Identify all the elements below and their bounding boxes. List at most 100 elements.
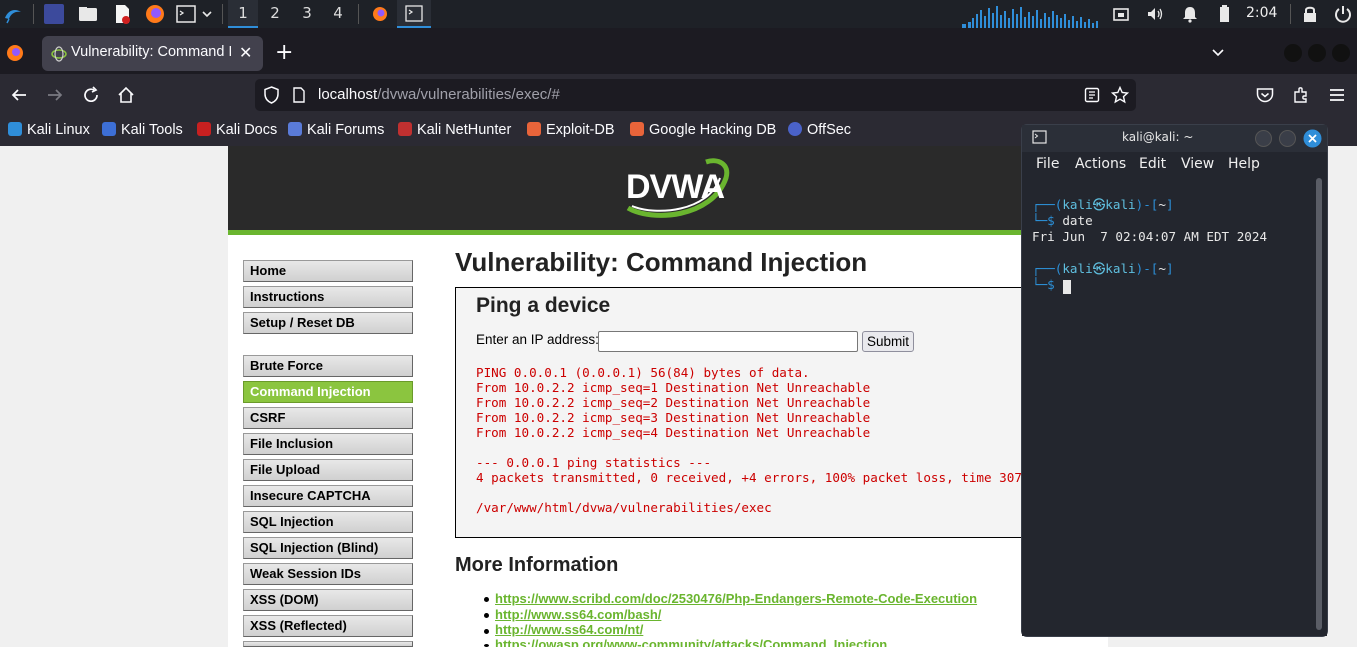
tab-title: Vulnerability: Command Injection :: Damn… [71, 44, 231, 60]
list-bullet [484, 597, 489, 602]
extensions-icon[interactable] [1292, 86, 1310, 104]
lock-icon[interactable] [1300, 4, 1320, 24]
menu-item-file-inclusion[interactable]: File Inclusion [243, 433, 413, 455]
terminal-menu-actions[interactable]: Actions [1075, 156, 1126, 172]
info-link-ss64-bash[interactable]: http://www.ss64.com/bash/ [495, 607, 661, 622]
bookmark-kali-docs[interactable]: Kali Docs [197, 122, 277, 138]
terminal-app-icon [1032, 130, 1047, 144]
terminal-menu-help[interactable]: Help [1228, 156, 1260, 172]
clock[interactable]: 2:04 [1246, 0, 1277, 27]
terminal-menu-edit[interactable]: Edit [1139, 156, 1166, 172]
list-bullet [484, 613, 489, 618]
info-link-scribd[interactable]: https://www.scribd.com/doc/2530476/Php-E… [495, 591, 977, 606]
back-icon[interactable] [10, 86, 28, 104]
terminal-input-line[interactable]: └─$ [1032, 277, 1062, 293]
menu-item-command-injection[interactable]: Command Injection [243, 381, 413, 403]
url-host: localhost [318, 86, 378, 103]
notifications-icon[interactable] [1180, 4, 1200, 24]
terminal-minimize-button[interactable] [1255, 130, 1272, 147]
bookmark-offsec[interactable]: OffSec [788, 122, 851, 138]
menu-item-brute-force[interactable]: Brute Force [243, 355, 413, 377]
workspace-2[interactable]: 2 [260, 0, 290, 28]
firefox-window-icon[interactable] [370, 4, 390, 24]
network-icon[interactable] [1111, 4, 1131, 24]
terminal-prompt-line: ┌──(kali㉿kali)-[~] [1032, 197, 1174, 212]
menu-item-file-upload[interactable]: File Upload [243, 459, 413, 481]
window-close-button[interactable] [1332, 44, 1350, 62]
panel-separator [222, 4, 223, 24]
list-all-tabs-icon[interactable] [1210, 44, 1226, 60]
window-minimize-button[interactable] [1284, 44, 1302, 62]
terminal-launcher-icon[interactable] [176, 4, 196, 24]
bookmark-google-hacking-db[interactable]: Google Hacking DB [630, 122, 776, 138]
bookmark-kali-linux[interactable]: Kali Linux [8, 122, 90, 138]
text-editor-icon[interactable] [112, 4, 132, 24]
ip-address-label: Enter an IP address: [476, 332, 599, 347]
kali-nethunter-icon [398, 122, 412, 136]
terminal-body[interactable] [1022, 178, 1327, 636]
cpu-graph-icon [962, 6, 1098, 28]
menu-item-partial[interactable] [243, 641, 413, 647]
window-maximize-button[interactable] [1308, 44, 1326, 62]
terminal-window-button[interactable] [397, 0, 431, 28]
menu-item-home[interactable]: Home [243, 260, 413, 282]
bookmark-exploit-db[interactable]: Exploit-DB [527, 122, 615, 138]
bookmark-kali-nethunter[interactable]: Kali NetHunter [398, 122, 511, 138]
menu-item-insecure-captcha[interactable]: Insecure CAPTCHA [243, 485, 413, 507]
submit-button[interactable]: Submit [862, 331, 914, 352]
ip-address-input[interactable] [598, 331, 858, 352]
hamburger-menu-icon[interactable] [1328, 87, 1346, 103]
firefox-icon[interactable] [145, 4, 165, 24]
bookmark-star-icon[interactable] [1111, 86, 1129, 104]
bookmark-kali-tools[interactable]: Kali Tools [102, 122, 183, 138]
ping-output: PING 0.0.0.1 (0.0.0.1) 56(84) bytes of d… [476, 365, 1045, 515]
menu-item-instructions[interactable]: Instructions [243, 286, 413, 308]
volume-icon[interactable] [1145, 4, 1165, 24]
menu-item-weak-session-ids[interactable]: Weak Session IDs [243, 563, 413, 585]
bookmark-label: Kali Tools [121, 122, 183, 138]
terminal-menubar [1022, 152, 1327, 178]
pocket-icon[interactable] [1256, 87, 1274, 103]
url-text[interactable]: localhost/dvwa/vulnerabilities/exec/# [318, 86, 560, 103]
terminal-scrollbar[interactable] [1316, 178, 1322, 630]
menu-item-setup-reset-db[interactable]: Setup / Reset DB [243, 312, 413, 334]
reload-icon[interactable] [82, 86, 100, 104]
prompt-dir: ~ [1158, 197, 1166, 212]
prompt-host: kali [1105, 261, 1136, 276]
new-tab-button[interactable]: + [275, 40, 293, 65]
terminal-menu-view[interactable]: View [1181, 156, 1214, 172]
terminal-maximize-button[interactable] [1279, 130, 1296, 147]
workspace-4[interactable]: 4 [323, 0, 353, 28]
kali-dragon-icon [8, 122, 22, 136]
menu-item-sql-injection-blind[interactable]: SQL Injection (Blind) [243, 537, 413, 559]
forward-icon[interactable] [46, 86, 64, 104]
kali-menu-icon[interactable] [3, 4, 23, 24]
power-icon[interactable] [1333, 4, 1353, 24]
terminal-menu-file[interactable]: File [1036, 156, 1059, 172]
dvwa-logo-text: DVWA [626, 168, 725, 206]
dvwa-favicon-icon [51, 46, 67, 62]
prompt-user: kali [1062, 261, 1093, 276]
chevron-down-icon[interactable] [200, 4, 214, 24]
home-icon[interactable] [117, 86, 135, 104]
terminal-close-icon[interactable] [1303, 129, 1322, 148]
page-info-icon[interactable] [292, 87, 306, 103]
prompt-host: kali [1105, 197, 1136, 212]
info-link-ss64-nt[interactable]: http://www.ss64.com/nt/ [495, 622, 643, 637]
menu-item-sql-injection[interactable]: SQL Injection [243, 511, 413, 533]
workspace-1[interactable]: 1 [228, 0, 258, 28]
bookmark-kali-forums[interactable]: Kali Forums [288, 122, 384, 138]
workspace-3[interactable]: 3 [292, 0, 322, 28]
file-manager-icon[interactable] [78, 4, 98, 24]
tab-close-icon[interactable]: ✕ [239, 43, 252, 62]
terminal-title: kali@kali: ~ [1122, 130, 1194, 144]
tracking-protection-shield-icon[interactable] [263, 86, 280, 104]
reader-view-icon[interactable] [1084, 87, 1100, 103]
battery-icon[interactable] [1214, 4, 1234, 24]
show-desktop-icon[interactable] [44, 4, 64, 24]
menu-item-xss-dom[interactable]: XSS (DOM) [243, 589, 413, 611]
menu-item-csrf[interactable]: CSRF [243, 407, 413, 429]
firefox-view-icon[interactable] [6, 44, 24, 62]
info-link-owasp[interactable]: https://owasp.org/www-community/attacks/… [495, 637, 887, 647]
menu-item-xss-reflected[interactable]: XSS (Reflected) [243, 615, 413, 637]
